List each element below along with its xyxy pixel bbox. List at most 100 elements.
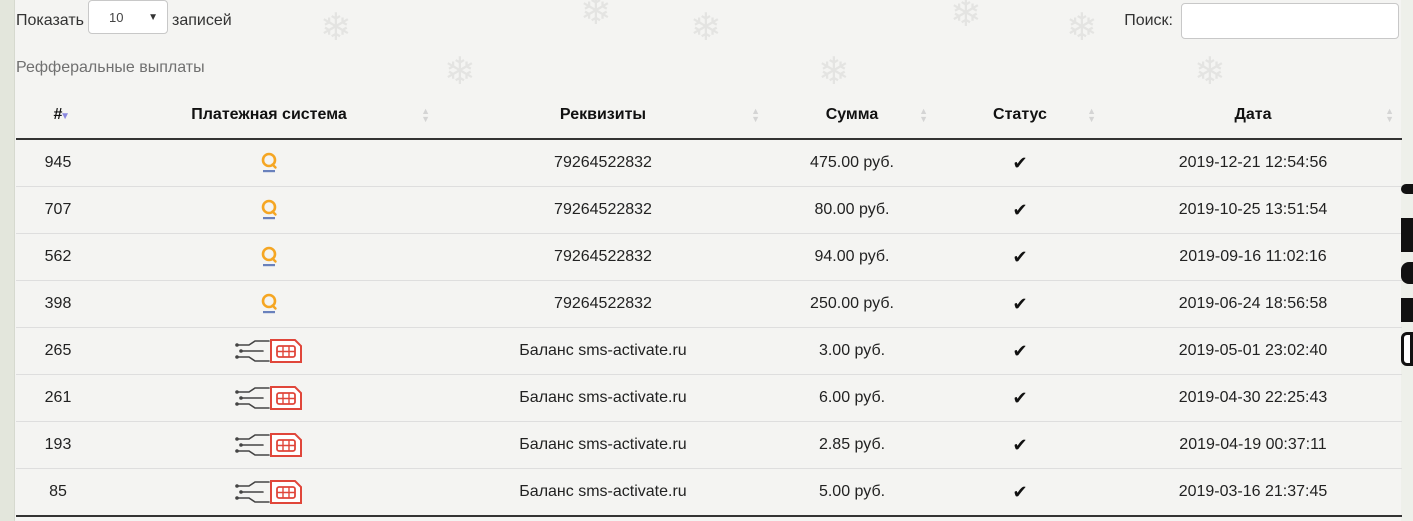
- sort-asc-icon: ▼: [60, 111, 70, 122]
- chevron-down-icon: ▼: [148, 11, 159, 23]
- cell-date: 2019-03-16 21:37:45: [1104, 468, 1402, 517]
- cell-amount: 2.85 руб.: [768, 421, 936, 469]
- page-length-select[interactable]: 10 ▼: [88, 0, 169, 34]
- cell-status: ✔: [936, 374, 1104, 422]
- snowflake-decoration-icon: ❄: [1194, 49, 1226, 93]
- table-row: 265 Баланс sms-activate.ru 3.00 руб. ✔ 2019-…: [16, 327, 1402, 375]
- side-widget-block[interactable]: [1401, 298, 1413, 322]
- table-row: 85 Баланс sms-activate.ru 5.00 руб. ✔ 2019-0…: [16, 468, 1402, 517]
- cell-id: 261: [16, 374, 100, 422]
- cell-date: 2019-12-21 12:54:56: [1104, 138, 1402, 187]
- sort-both-icon: ▲ ▼: [1087, 106, 1096, 124]
- cell-amount: 3.00 руб.: [768, 327, 936, 375]
- checkmark-icon: ✔: [1012, 293, 1028, 314]
- cell-id: 265: [16, 327, 100, 375]
- page-length-control: Показать 10 ▼ записей: [16, 0, 232, 34]
- cell-date: 2019-04-30 22:25:43: [1104, 374, 1402, 422]
- cell-status: ✔: [936, 280, 1104, 328]
- length-label-after: записей: [172, 12, 232, 29]
- side-widget-outline[interactable]: [1401, 332, 1413, 366]
- table-row: 398 79264522832 250.00 руб. ✔ 2019-06-24 18:…: [16, 280, 1402, 328]
- qiwi-logo-icon: [260, 152, 278, 173]
- column-header-amount[interactable]: Сумма ▲ ▼: [768, 91, 936, 140]
- cell-payment-system: [100, 421, 438, 469]
- cell-payment-system: [100, 280, 438, 328]
- cell-date: 2019-10-25 13:51:54: [1104, 186, 1402, 234]
- cell-status: ✔: [936, 233, 1104, 281]
- cell-payment-system: [100, 233, 438, 281]
- column-header-details[interactable]: Реквизиты ▲ ▼: [438, 91, 768, 140]
- side-widget-arrow[interactable]: [1401, 184, 1413, 194]
- qiwi-logo-icon: [260, 199, 278, 220]
- column-header-date[interactable]: Дата ▲ ▼: [1104, 91, 1402, 140]
- cell-payment-system: [100, 186, 438, 234]
- snowflake-decoration-icon: ❄: [444, 49, 476, 93]
- cell-payment-system: [100, 374, 438, 422]
- column-header-id[interactable]: # ▼: [16, 91, 100, 140]
- column-header-label: Реквизиты: [559, 105, 647, 123]
- column-header-label: Платежная система: [191, 105, 347, 123]
- sms-activate-logo-icon: [233, 480, 305, 504]
- checkmark-icon: ✔: [1012, 387, 1028, 408]
- length-label-before: Показать: [16, 12, 85, 29]
- referral-payouts-table: # ▼ Платежная система ▲ ▼ Реквизиты ▲ ▼ Су…: [16, 91, 1402, 517]
- sort-both-icon: ▲ ▼: [421, 106, 430, 124]
- cell-id: 85: [16, 468, 100, 517]
- qiwi-logo-icon: [260, 293, 278, 314]
- cell-status: ✔: [936, 186, 1104, 234]
- cell-details: Баланс sms-activate.ru: [438, 468, 768, 517]
- cell-details: Баланс sms-activate.ru: [438, 327, 768, 375]
- cell-payment-system: [100, 327, 438, 375]
- checkmark-icon: ✔: [1012, 340, 1028, 361]
- checkmark-icon: ✔: [1012, 199, 1028, 220]
- cell-id: 398: [16, 280, 100, 328]
- table-row: 707 79264522832 80.00 руб. ✔ 2019-10-25 13:5…: [16, 186, 1402, 234]
- search-control: Поиск:: [1124, 3, 1399, 39]
- checkmark-icon: ✔: [1012, 481, 1028, 502]
- cell-details: Баланс sms-activate.ru: [438, 421, 768, 469]
- column-header-label: Сумма: [825, 105, 879, 123]
- checkmark-icon: ✔: [1012, 434, 1028, 455]
- column-header-payment-system[interactable]: Платежная система ▲ ▼: [100, 91, 438, 140]
- cell-status: ✔: [936, 468, 1104, 517]
- cell-date: 2019-05-01 23:02:40: [1104, 327, 1402, 375]
- cell-amount: 80.00 руб.: [768, 186, 936, 234]
- table-row: 562 79264522832 94.00 руб. ✔ 2019-09-16 11:0…: [16, 233, 1402, 281]
- search-input[interactable]: [1181, 3, 1399, 39]
- cell-details: 79264522832: [438, 138, 768, 187]
- cell-payment-system: [100, 468, 438, 517]
- sort-both-icon: ▲ ▼: [1385, 106, 1394, 124]
- cell-amount: 5.00 руб.: [768, 468, 936, 517]
- cell-amount: 6.00 руб.: [768, 374, 936, 422]
- table-row: 261 Баланс sms-activate.ru 6.00 руб. ✔ 2019-…: [16, 374, 1402, 422]
- column-header-status[interactable]: Статус ▲ ▼: [936, 91, 1104, 140]
- table-controls: Показать 10 ▼ записей Поиск:: [16, 0, 1399, 40]
- cell-date: 2019-06-24 18:56:58: [1104, 280, 1402, 328]
- chat-icon[interactable]: [1401, 262, 1413, 284]
- snowflake-decoration-icon: ❄: [818, 49, 850, 93]
- sort-both-icon: ▲ ▼: [751, 106, 760, 124]
- column-header-label: Дата: [1234, 105, 1272, 123]
- table-header-row: # ▼ Платежная система ▲ ▼ Реквизиты ▲ ▼ Су…: [16, 91, 1402, 140]
- cell-id: 945: [16, 138, 100, 187]
- cell-status: ✔: [936, 138, 1104, 187]
- checkmark-icon: ✔: [1012, 246, 1028, 267]
- cell-status: ✔: [936, 421, 1104, 469]
- side-widget-block[interactable]: [1401, 218, 1413, 252]
- cell-details: 79264522832: [438, 186, 768, 234]
- search-label: Поиск:: [1124, 12, 1173, 29]
- cell-details: Баланс sms-activate.ru: [438, 374, 768, 422]
- table-body: 945 79264522832 475.00 руб. ✔ 2019-12-21 12:…: [16, 138, 1402, 517]
- page-length-value: 10: [109, 9, 124, 25]
- left-edge-strip: [0, 0, 15, 521]
- sms-activate-logo-icon: [233, 386, 305, 410]
- sms-activate-logo-icon: [233, 339, 305, 363]
- table-caption: Рефферальные выплаты: [16, 59, 205, 76]
- cell-date: 2019-04-19 00:37:11: [1104, 421, 1402, 469]
- cell-id: 707: [16, 186, 100, 234]
- column-header-label: Статус: [993, 105, 1047, 123]
- cell-id: 562: [16, 233, 100, 281]
- cell-amount: 250.00 руб.: [768, 280, 936, 328]
- cell-payment-system: [100, 138, 438, 187]
- table-row: 945 79264522832 475.00 руб. ✔ 2019-12-21 12:…: [16, 138, 1402, 187]
